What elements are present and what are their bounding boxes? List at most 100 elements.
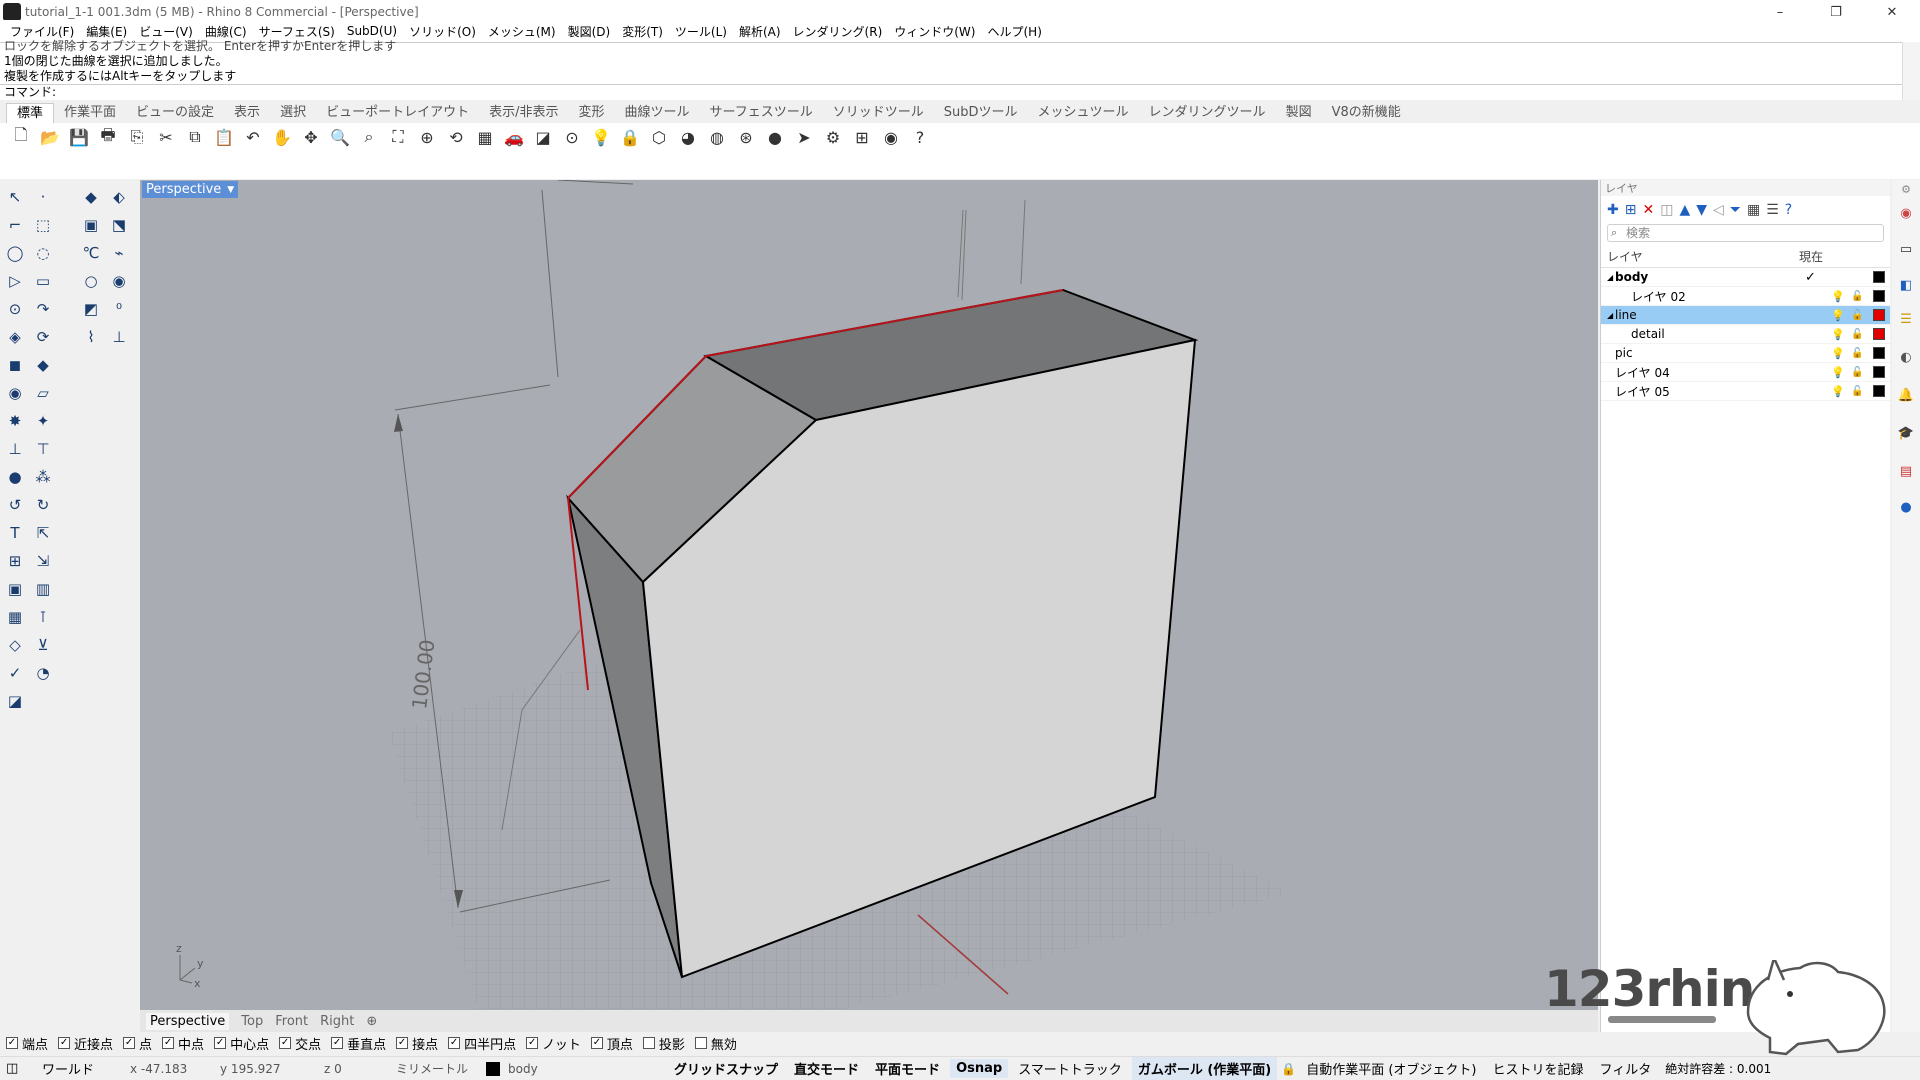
osnap-checkbox[interactable] [694, 1037, 707, 1049]
menu-item[interactable]: SubD(U) [341, 24, 403, 38]
table-icon[interactable]: ▦ [1747, 202, 1760, 218]
left-tool-icon[interactable]: ▭ [32, 270, 54, 292]
toolbar-tab[interactable]: ビューポートレイアウト [316, 103, 479, 123]
menu-item[interactable]: サーフェス(S) [253, 23, 341, 40]
left-tool-icon[interactable]: ▱ [32, 382, 54, 404]
left-tool-icon[interactable]: ◪ [4, 690, 26, 712]
osnap-option[interactable]: 無効 [694, 1034, 737, 1053]
smarttrack-toggle[interactable]: スマートトラック [1012, 1057, 1128, 1080]
left-tool-icon[interactable]: ✦ [32, 410, 54, 432]
save-icon[interactable]: 💾 [67, 125, 91, 149]
bulb-icon[interactable]: 💡 [589, 125, 613, 149]
left-tool-icon[interactable]: ⊥ [108, 326, 130, 348]
osnap-option[interactable]: ✓ 点 [123, 1034, 152, 1053]
left-tool-icon[interactable]: ⇱ [32, 522, 54, 544]
print-icon[interactable]: 🖶 [96, 125, 120, 149]
expand-triangle-icon[interactable]: ◢ [1607, 273, 1613, 282]
menu-item[interactable]: 製図(D) [562, 23, 617, 40]
left-tool-icon[interactable]: ▣ [80, 214, 102, 236]
grid-snap-toggle[interactable]: グリッドスナップ [668, 1057, 784, 1080]
osnap-checkbox[interactable] [642, 1037, 655, 1049]
left-tool-icon[interactable]: ⌐ [4, 214, 26, 236]
left-tool-icon[interactable]: ↻ [32, 494, 54, 516]
left-tool-icon[interactable]: ⌇ [80, 326, 102, 348]
select-icon[interactable]: ⬡ [647, 125, 671, 149]
layer-row[interactable]: pic 💡 🔓 [1601, 344, 1890, 363]
add-viewport-tab[interactable]: ⊕ [366, 1014, 377, 1029]
osnap-toggle[interactable]: Osnap [950, 1059, 1009, 1078]
layer-props-icon[interactable]: ◫ [1660, 202, 1673, 218]
osnap-checkbox[interactable]: ✓ [162, 1037, 175, 1049]
osnap-option[interactable]: ✓ 近接点 [58, 1034, 113, 1053]
layer-row[interactable]: ◢ line 💡 🔓 [1601, 306, 1890, 325]
cplane-origin-icon[interactable]: ⊙ [560, 125, 584, 149]
lock-icon[interactable]: 🔒 [618, 125, 642, 149]
copy-icon[interactable]: ⧉ [183, 125, 207, 149]
visibility-bulb-icon[interactable]: 💡 [1831, 309, 1845, 322]
menu-item[interactable]: ソリッド(O) [403, 23, 482, 40]
visibility-bulb-icon[interactable]: 💡 [1831, 366, 1845, 379]
left-tool-icon[interactable]: ○ [80, 270, 102, 292]
menu-item[interactable]: 編集(E) [80, 23, 133, 40]
col-current[interactable]: 現在 [1799, 248, 1823, 265]
left-tool-icon[interactable]: ▣ [4, 578, 26, 600]
layer-color-swatch[interactable] [1873, 385, 1885, 397]
toolbar-tab[interactable]: 選択 [270, 103, 316, 123]
toolbar-tab[interactable]: ビューの設定 [126, 103, 224, 123]
ortho-toggle[interactable]: 直交モード [788, 1057, 865, 1080]
menu-item[interactable]: 変形(T) [616, 23, 669, 40]
left-tool-icon[interactable]: ⊻ [32, 634, 54, 656]
filter-icon[interactable]: ⏷ [1730, 202, 1741, 218]
toolbar-tab[interactable]: 表示/非表示 [479, 103, 568, 123]
left-tool-icon[interactable]: ● [4, 466, 26, 488]
layer-color-swatch[interactable] [1873, 271, 1885, 283]
four-views-icon[interactable]: ▦ [473, 125, 497, 149]
sphere-icon[interactable]: ◍ [705, 125, 729, 149]
layer-row[interactable]: レイヤ 02 💡 🔓 [1601, 287, 1890, 306]
toolbar-tab[interactable]: メッシュツール [1028, 103, 1139, 123]
osnap-option[interactable]: ✓ 端点 [6, 1034, 48, 1053]
ball-icon[interactable]: ● [763, 125, 787, 149]
zoom-extents-icon[interactable]: ⛶ [386, 125, 410, 149]
history-toggle[interactable]: ヒストリを記録 [1486, 1057, 1589, 1080]
paste-icon[interactable]: 📋 [212, 125, 236, 149]
toolbar-tab[interactable]: 変形 [568, 103, 614, 123]
lock-icon[interactable]: 🔓 [1851, 329, 1863, 340]
menu-item[interactable]: メッシュ(M) [482, 23, 562, 40]
lock-icon[interactable]: 🔓 [1851, 310, 1863, 321]
book-icon[interactable]: ▤ [1897, 462, 1915, 480]
layer-row[interactable]: レイヤ 05 💡 🔓 [1601, 382, 1890, 401]
osnap-option[interactable]: ✓ 接点 [396, 1034, 438, 1053]
left-tool-icon[interactable]: ✸ [4, 410, 26, 432]
rotate-icon[interactable]: ⟲ [444, 125, 468, 149]
layer-color-swatch[interactable] [1873, 347, 1885, 359]
left-tool-icon[interactable]: ◉ [4, 382, 26, 404]
visibility-bulb-icon[interactable]: 💡 [1831, 385, 1845, 398]
osnap-checkbox[interactable]: ✓ [214, 1037, 227, 1049]
properties-icon[interactable]: ☰ [1897, 310, 1915, 328]
gear-icon[interactable]: ⚙ [821, 125, 845, 149]
menu-item[interactable]: ファイル(F) [4, 23, 80, 40]
left-tool-icon[interactable]: ⬚ [32, 214, 54, 236]
osnap-checkbox[interactable]: ✓ [123, 1037, 136, 1049]
planar-toggle[interactable]: 平面モード [869, 1057, 946, 1080]
left-tool-icon[interactable]: ↷ [32, 298, 54, 320]
command-history-scrollbar[interactable] [1902, 42, 1920, 100]
left-tool-icon[interactable]: ▥ [32, 578, 54, 600]
left-tool-icon[interactable]: ⊺ [32, 606, 54, 628]
osnap-checkbox[interactable]: ✓ [6, 1037, 18, 1049]
materials-icon[interactable]: ◉ [1897, 204, 1915, 222]
menu-item[interactable]: ビュー(V) [133, 23, 199, 40]
move-down-icon[interactable]: ▼ [1696, 202, 1707, 218]
render-sphere-icon[interactable]: ⊛ [734, 125, 758, 149]
left-tool-icon[interactable]: ◆ [80, 186, 102, 208]
left-tool-icon[interactable]: ✓ [4, 662, 26, 684]
move-parent-icon[interactable]: ◁ [1713, 202, 1724, 218]
osnap-checkbox[interactable]: ✓ [396, 1037, 409, 1049]
osnap-option[interactable]: ✓ 中点 [162, 1034, 204, 1053]
left-tool-icon[interactable]: ⌁ [108, 242, 130, 264]
layer-row[interactable]: レイヤ 04 💡 🔓 [1601, 363, 1890, 382]
viewport-tab[interactable]: Top [241, 1014, 263, 1029]
open-file-icon[interactable]: 📂 [38, 125, 62, 149]
left-tool-icon[interactable]: · [32, 186, 54, 208]
